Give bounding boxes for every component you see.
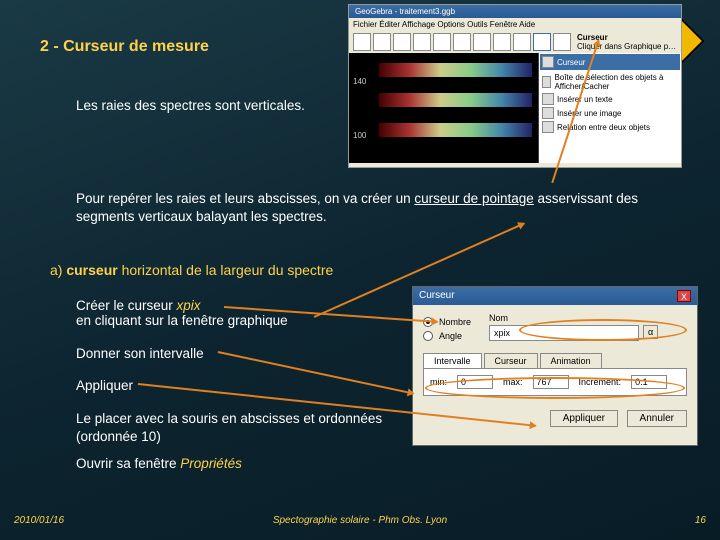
menu-item-texte[interactable]: Insérer un texte — [542, 92, 678, 106]
tab-intervalle[interactable]: Intervalle — [423, 353, 482, 368]
text-icon — [542, 93, 554, 105]
sub-c: horizontal de la largeur du spectre — [118, 262, 334, 278]
step-2: Donner son intervalle — [76, 346, 204, 361]
apply-button[interactable]: Appliquer — [550, 410, 618, 427]
geogebra-window: GeoGebra - traitement3.ggb Fichier Édite… — [348, 4, 682, 168]
tool-dropdown: Curseur Boîte de sélection des objets à … — [539, 53, 681, 163]
tool-btn[interactable] — [393, 33, 411, 51]
image-icon — [542, 107, 554, 119]
paragraph-1: Les raies des spectres sont verticales. — [76, 98, 316, 113]
relation-icon — [542, 121, 554, 133]
lbl: Angle — [439, 331, 462, 341]
close-icon[interactable]: X — [677, 290, 691, 302]
tool-btn[interactable] — [433, 33, 451, 51]
dialog-tabs: Intervalle Curseur Animation — [423, 353, 687, 368]
s1-a: Créer le curseur — [76, 298, 177, 313]
tool-head2: Cliquer dans Graphique p… — [577, 42, 676, 51]
lbl: Insérer une image — [557, 109, 621, 118]
step-3: Appliquer — [76, 378, 133, 393]
tool-btn[interactable] — [373, 33, 391, 51]
s5-b: Propriétés — [180, 456, 242, 471]
graph-area[interactable]: 140 100 — [349, 53, 539, 163]
lbl: Nombre — [439, 317, 471, 327]
menu-item-image[interactable]: Insérer une image — [542, 106, 678, 120]
subheading-a: a) curseur horizontal de la largeur du s… — [50, 262, 333, 278]
toolbar[interactable]: Curseur Cliquer dans Graphique p… — [349, 31, 681, 53]
lbl: Insérer un texte — [557, 95, 613, 104]
window-title: GeoGebra - traitement3.ggb — [349, 5, 681, 18]
tool-btn[interactable] — [353, 33, 371, 51]
tool-btn[interactable] — [553, 33, 571, 51]
s5-a: Ouvrir sa fenêtre — [76, 456, 180, 471]
menu-item-boite[interactable]: Boîte de sélection des objets à Afficher… — [542, 72, 678, 92]
p2-a: Pour repérer les raies et leurs abscisse… — [76, 191, 414, 206]
menu-bar[interactable]: Fichier Éditer Affichage Options Outils … — [349, 18, 681, 31]
dialog-title-bar: Curseur X — [413, 287, 697, 305]
checkbox-icon — [542, 76, 551, 88]
lbl: Boîte de sélection des objets à Afficher… — [554, 73, 678, 91]
lbl: Curseur — [557, 58, 585, 67]
tool-btn[interactable] — [473, 33, 491, 51]
footer-center: Spectographie solaire - Phm Obs. Lyon — [273, 515, 447, 526]
footer-page: 16 — [695, 515, 706, 526]
spectrum-band — [379, 93, 532, 107]
p2-b: curseur de pointage — [414, 191, 533, 206]
menu-item-curseur[interactable]: Curseur — [540, 54, 680, 70]
curseur-dialog: Curseur X Nombre Angle Nom xpix α Interv… — [412, 286, 698, 446]
step-1: Créer le curseur xpix en cliquant sur la… — [76, 298, 288, 328]
tool-btn[interactable] — [413, 33, 431, 51]
axis-100: 100 — [353, 131, 366, 140]
step-5: Ouvrir sa fenêtre Propriétés — [76, 456, 242, 471]
radio-angle[interactable]: Angle — [423, 331, 471, 341]
radio-nombre[interactable]: Nombre — [423, 317, 471, 327]
window-body: 140 100 Curseur Boîte de sélection des o… — [349, 53, 681, 163]
cancel-button[interactable]: Annuler — [627, 410, 687, 427]
highlight-ellipse-nom — [519, 319, 687, 341]
s1-b: xpix — [177, 298, 201, 313]
spectrum-band — [379, 63, 532, 77]
sub-a: a) — [50, 262, 66, 278]
tool-label: Curseur Cliquer dans Graphique p… — [577, 33, 676, 51]
arrow-intervalle — [218, 351, 414, 394]
tool-btn[interactable] — [493, 33, 511, 51]
tool-btn-slider[interactable] — [533, 33, 551, 51]
tool-btn[interactable] — [453, 33, 471, 51]
tool-btn[interactable] — [513, 33, 531, 51]
section-heading: 2 - Curseur de mesure — [40, 38, 209, 56]
tab-animation[interactable]: Animation — [540, 353, 602, 368]
step-4: Le placer avec la souris en abscisses et… — [76, 410, 396, 445]
axis-140: 140 — [353, 77, 366, 86]
paragraph-2: Pour repérer les raies et leurs abscisse… — [76, 190, 676, 225]
s1-c: en cliquant sur la fenêtre graphique — [76, 313, 288, 328]
menu-item-relation[interactable]: Relation entre deux objets — [542, 120, 678, 134]
radio-off-icon — [423, 331, 433, 341]
sub-b: curseur — [66, 262, 117, 278]
slider-icon — [542, 56, 554, 68]
tool-head1: Curseur — [577, 33, 608, 42]
dialog-title: Curseur — [419, 290, 455, 302]
highlight-ellipse-intervalle — [425, 377, 685, 399]
dialog-buttons: Appliquer Annuler — [413, 404, 697, 433]
spectrum-band — [379, 123, 532, 137]
footer-date: 2010/01/16 — [14, 515, 64, 526]
tab-curseur[interactable]: Curseur — [484, 353, 538, 368]
